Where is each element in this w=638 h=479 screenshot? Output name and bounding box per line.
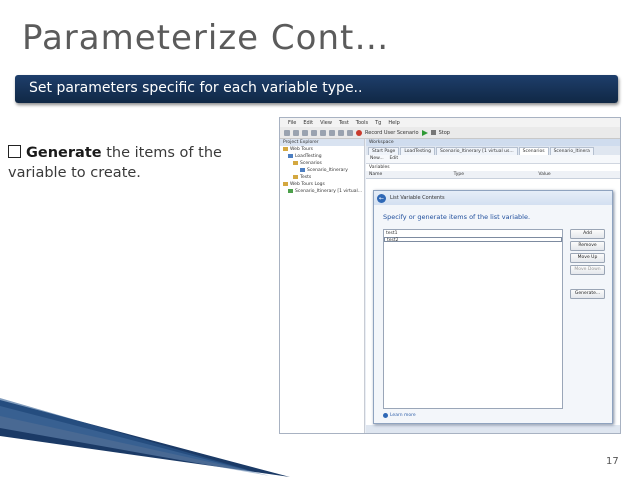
- variables-label: Variables: [366, 164, 620, 171]
- tree-item-web-tours-logs[interactable]: Web Tours Logs: [280, 181, 364, 188]
- menu-bar: File Edit View Test Tools Tg Help: [280, 118, 620, 127]
- save-icon[interactable]: [302, 129, 308, 136]
- bullet-point: Generate the items of the variable to cr…: [8, 143, 258, 183]
- menu-test[interactable]: Test: [339, 120, 349, 126]
- list-items-box[interactable]: test1 test2: [383, 229, 563, 409]
- edit-variable-button[interactable]: Edit: [389, 156, 398, 161]
- learn-more-label[interactable]: Learn more: [390, 413, 416, 418]
- list-item[interactable]: test1: [384, 230, 562, 237]
- decorative-wedge: [0, 398, 290, 477]
- dialog-titlebar: ← List Variable Contents: [374, 191, 612, 205]
- subtitle-banner: Set parameters specific for each variabl…: [15, 75, 618, 103]
- checkbox-bullet-icon: [8, 145, 21, 158]
- workspace-header: Workspace: [366, 139, 620, 146]
- remove-button[interactable]: Remove: [570, 241, 605, 251]
- tab-scenarios[interactable]: Scenarios: [518, 147, 549, 155]
- menu-edit[interactable]: Edit: [303, 120, 313, 126]
- list-variable-dialog: ← List Variable Contents Specify or gene…: [373, 190, 613, 424]
- tab-bar: Start Page LoadTesting Scenario_Itinerar…: [366, 146, 620, 155]
- folder-icon: [293, 174, 298, 179]
- dialog-title: List Variable Contents: [390, 195, 445, 201]
- tab-start-page[interactable]: Start Page: [368, 147, 400, 155]
- tab-scenario-itinerary[interactable]: Scenario_Itinerary [1 virtual us...: [435, 147, 518, 155]
- tree-item-log[interactable]: Scenario_Itinerary [1 virtual...: [280, 188, 364, 195]
- stop-button-label[interactable]: Stop: [439, 130, 450, 136]
- move-up-button[interactable]: Move Up: [570, 253, 605, 263]
- page-number: 17: [606, 456, 619, 467]
- explorer-header: Project Explorer: [280, 139, 364, 146]
- bullet-keyword: Generate: [26, 145, 102, 161]
- workspace: Workspace Start Page LoadTesting Scenari…: [366, 139, 620, 433]
- play-icon[interactable]: [421, 129, 428, 136]
- tree-item-web-tours[interactable]: Web Tours: [280, 146, 364, 153]
- bullet-text-line2: variable to create.: [8, 165, 141, 181]
- toolbar: Record User Scenario Stop: [280, 127, 620, 139]
- add-button[interactable]: Add: [570, 229, 605, 239]
- learn-more-link[interactable]: Learn more: [383, 413, 416, 418]
- folder-icon: [283, 146, 288, 151]
- menu-view[interactable]: View: [320, 120, 332, 126]
- column-value[interactable]: Value: [535, 171, 620, 178]
- variables-toolbar: New... Edit: [366, 155, 620, 164]
- dialog-heading: Specify or generate items of the list va…: [383, 213, 531, 221]
- folder-icon: [283, 181, 288, 186]
- tab-scenario-itinera[interactable]: Scenario_Itinera: [549, 147, 594, 155]
- slide-title: Parameterize Cont…: [22, 18, 390, 58]
- column-type[interactable]: Type: [451, 171, 536, 178]
- variables-table-body: ← List Variable Contents Specify or gene…: [366, 179, 620, 425]
- bullet-text: the items of the: [101, 145, 222, 161]
- delete-icon[interactable]: [347, 129, 353, 136]
- log-icon: [288, 188, 293, 193]
- cut-icon[interactable]: [329, 129, 335, 136]
- undo-icon[interactable]: [311, 129, 317, 136]
- record-button-label[interactable]: Record User Scenario: [365, 130, 419, 136]
- tab-loadtesting[interactable]: LoadTesting: [400, 147, 435, 155]
- new-variable-button[interactable]: New...: [370, 156, 384, 161]
- open-icon[interactable]: [293, 129, 299, 136]
- stop-icon[interactable]: [430, 130, 436, 135]
- copy-icon[interactable]: [338, 129, 344, 136]
- column-name[interactable]: Name: [366, 171, 451, 178]
- folder-icon: [293, 160, 298, 165]
- record-icon[interactable]: [356, 129, 362, 136]
- project-explorer: Project Explorer Web Tours LoadTesting S…: [280, 139, 365, 433]
- generate-button[interactable]: Generate...: [570, 289, 605, 299]
- back-arrow-icon[interactable]: ←: [377, 193, 386, 203]
- new-icon[interactable]: [284, 129, 290, 136]
- folder-icon: [288, 153, 293, 158]
- banner-text: Set parameters specific for each variabl…: [29, 80, 363, 96]
- menu-file[interactable]: File: [288, 120, 296, 126]
- list-item-selected[interactable]: test2: [384, 237, 562, 243]
- variables-table-header: Name Type Value: [366, 171, 620, 179]
- tree-item-scenarios[interactable]: Scenarios: [280, 160, 364, 167]
- scenario-icon: [300, 167, 305, 172]
- redo-icon[interactable]: [320, 129, 326, 136]
- help-icon: [383, 413, 388, 418]
- move-down-button[interactable]: Move Down: [570, 265, 605, 275]
- tree-item-tests[interactable]: Tests: [280, 174, 364, 181]
- menu-tg[interactable]: Tg: [375, 120, 381, 126]
- tree-item-scenario-itinerary[interactable]: Scenario_Itinerary: [280, 167, 364, 174]
- menu-tools[interactable]: Tools: [356, 120, 368, 126]
- menu-help[interactable]: Help: [388, 120, 399, 126]
- app-screenshot: File Edit View Test Tools Tg Help Record…: [279, 117, 621, 434]
- tree-item-loadtesting[interactable]: LoadTesting: [280, 153, 364, 160]
